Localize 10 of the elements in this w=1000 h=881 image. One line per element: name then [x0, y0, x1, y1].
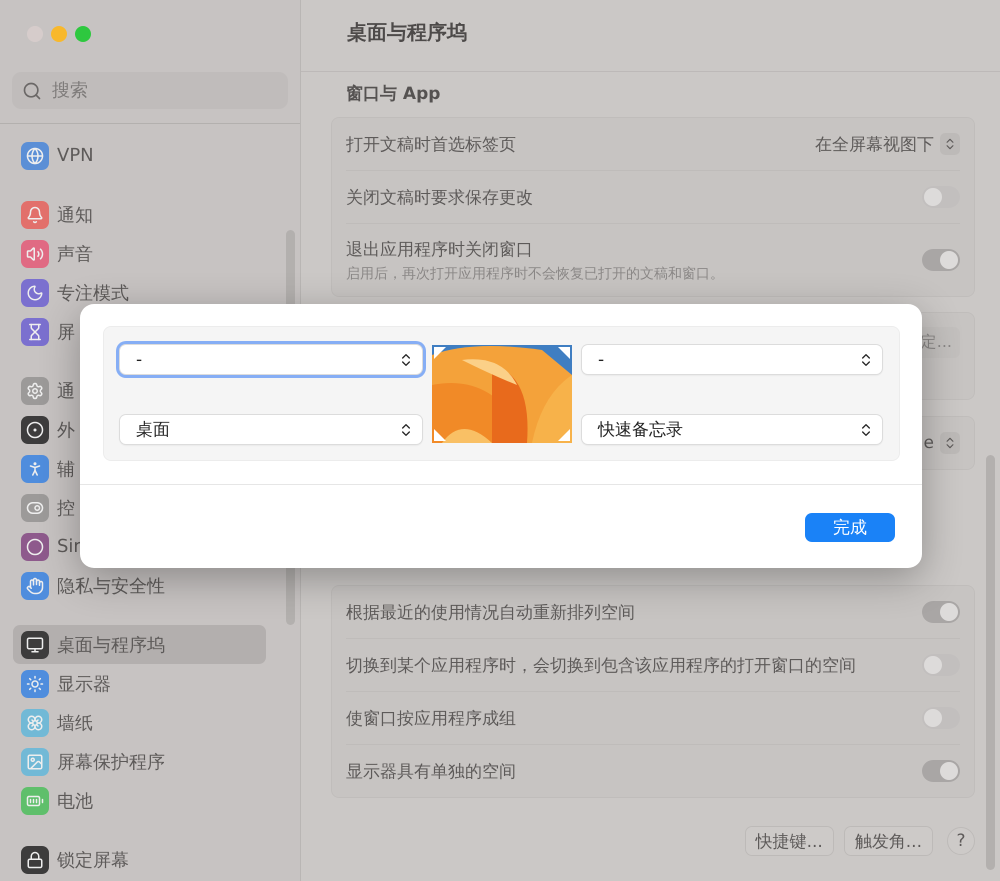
setting-label: 根据最近的使用情况自动重新排列空间: [346, 602, 635, 624]
setting-label: 使窗口按应用程序成组: [346, 708, 516, 730]
setting-label: 打开文稿时首选标签页: [346, 134, 516, 156]
setting-label: 切换到某个应用程序时，会切换到包含该应用程序的打开窗口的空间: [346, 654, 856, 676]
window-title: 桌面与程序坞: [347, 19, 467, 46]
setting-label: 关闭文稿时要求保存更改: [346, 186, 533, 208]
setting-label: 显示器具有单独的空间: [346, 760, 516, 782]
setting-description: 启用后，再次打开应用程序时不会恢复已打开的文稿和窗口。: [346, 264, 724, 282]
setting-label: 退出应用程序时关闭窗口: [346, 238, 534, 260]
section-title: 窗口与 App: [346, 83, 442, 105]
